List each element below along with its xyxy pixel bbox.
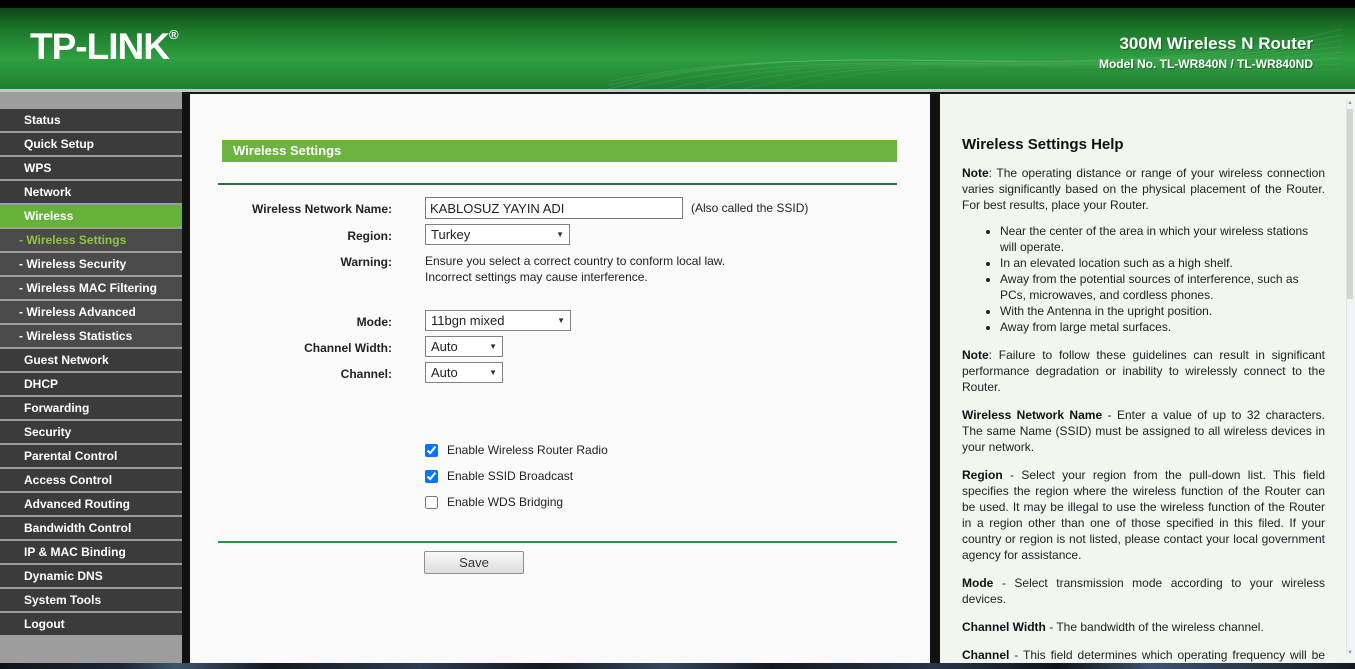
sidebar-item-status[interactable]: Status <box>0 109 182 131</box>
mode-label: Mode: <box>356 315 392 329</box>
page-title: Wireless Settings <box>222 140 897 162</box>
help-paragraph-note: Note: The operating distance or range of… <box>962 166 1325 212</box>
sidebar-item-wireless-mac-filtering[interactable]: - Wireless MAC Filtering <box>0 277 182 299</box>
sidebar-item-wireless-advanced[interactable]: - Wireless Advanced <box>0 301 182 323</box>
help-bullet-list: Near the center of the area in which you… <box>962 223 1325 335</box>
network-name-row: Wireless Network Name: (Also called the … <box>190 197 930 219</box>
help-paragraph-channel: Channel - This field determines which op… <box>962 648 1325 662</box>
sidebar-item-network[interactable]: Network <box>0 181 182 203</box>
sidebar-item-wps[interactable]: WPS <box>0 157 182 179</box>
sidebar-content-divider <box>182 92 190 663</box>
enable-ssid-broadcast-label: Enable SSID Broadcast <box>447 469 574 483</box>
channel-label: Channel: <box>340 367 392 381</box>
help-bullet: Away from the potential sources of inter… <box>1000 271 1325 303</box>
mode-selected-value: 11bgn mixed <box>431 313 505 328</box>
top-black-bar <box>0 0 1355 8</box>
help-bullet: Away from large metal surfaces. <box>1000 319 1325 335</box>
tplink-logo: TP-LINK® <box>30 26 179 67</box>
sidebar-item-dynamic-dns[interactable]: Dynamic DNS <box>0 565 182 587</box>
chevron-down-icon: ▼ <box>556 230 564 239</box>
enable-wireless-router-radio-checkbox[interactable] <box>425 443 438 457</box>
product-name: 300M Wireless N Router <box>1119 34 1313 53</box>
help-paragraph-mode: Mode - Select transmission mode accordin… <box>962 576 1325 606</box>
warning-row: Warning: Ensure you select a correct cou… <box>190 250 930 285</box>
header-banner: TP-LINK® 300M Wireless N Router Model No… <box>0 8 1355 92</box>
help-panel: Wireless Settings Help Note: The operati… <box>940 92 1355 663</box>
sidebar-item-wireless-statistics[interactable]: - Wireless Statistics <box>0 325 182 347</box>
taskbar-edge <box>0 663 1355 669</box>
chevron-down-icon: ▼ <box>489 368 497 377</box>
sidebar-item-logout[interactable]: Logout <box>0 613 182 635</box>
sidebar-item-wireless-security[interactable]: - Wireless Security <box>0 253 182 275</box>
mode-row: Mode: 11bgn mixed ▼ <box>190 310 930 331</box>
sidebar-item-security[interactable]: Security <box>0 421 182 443</box>
help-paragraph-region: Region - Select your region from the pul… <box>962 468 1325 562</box>
scrollbar-up-arrow[interactable]: ▲ <box>1347 99 1353 107</box>
channel-width-select[interactable]: Auto ▼ <box>425 336 503 357</box>
help-body: Note: The operating distance or range of… <box>962 165 1325 663</box>
help-paragraph-note: Note: Failure to follow these guidelines… <box>962 348 1325 394</box>
checkbox-row-enable-wireless-router-radio: Enable Wireless Router Radio <box>425 440 930 460</box>
help-title: Wireless Settings Help <box>962 136 1124 153</box>
sidebar-item-parental-control[interactable]: Parental Control <box>0 445 182 467</box>
model-number: Model No. TL-WR840N / TL-WR840ND <box>1098 57 1313 71</box>
wireless-settings-form: Wireless Network Name: (Also called the … <box>190 197 930 574</box>
sidebar-item-forwarding[interactable]: Forwarding <box>0 397 182 419</box>
ssid-note: (Also called the SSID) <box>691 201 809 215</box>
product-info: 300M Wireless N Router Model No. TL-WR84… <box>1099 34 1313 71</box>
sidebar-item-access-control[interactable]: Access Control <box>0 469 182 491</box>
sidebar-menu: Status Quick Setup WPS Network Wireless - Wir… <box>0 92 182 663</box>
help-paragraph-channel-width: Channel Width - The bandwidth of the wir… <box>962 620 1264 634</box>
enable-wireless-router-radio-label: Enable Wireless Router Radio <box>447 443 608 457</box>
channel-width-selected-value: Auto <box>431 339 458 354</box>
section-divider-bottom <box>218 541 897 543</box>
region-label: Region: <box>347 229 392 243</box>
chevron-down-icon: ▼ <box>489 342 497 351</box>
sidebar-item-system-tools[interactable]: System Tools <box>0 589 182 611</box>
mode-select[interactable]: 11bgn mixed ▼ <box>425 310 571 331</box>
sidebar-item-wireless-settings[interactable]: - Wireless Settings <box>0 229 182 251</box>
help-bullet: In an elevated location such as a high s… <box>1000 255 1325 271</box>
section-divider-top <box>218 183 897 185</box>
region-row: Region: Turkey ▼ <box>190 224 930 245</box>
help-scrollbar[interactable]: ▲ ▼ <box>1346 99 1353 657</box>
help-paragraph-wireless-network-name: Wireless Network Name - Enter a value of… <box>962 408 1325 454</box>
router-admin-page: TP-LINK® 300M Wireless N Router Model No… <box>0 0 1355 669</box>
checkbox-row-enable-ssid-broadcast: Enable SSID Broadcast <box>425 466 930 486</box>
main-content: Wireless Settings Wireless Network Name:… <box>190 92 930 663</box>
save-button[interactable]: Save <box>424 551 524 574</box>
chevron-down-icon: ▼ <box>557 316 565 325</box>
page-body: Status Quick Setup WPS Network Wireless - Wir… <box>0 92 1355 663</box>
warning-text: Ensure you select a correct country to c… <box>425 254 726 284</box>
channel-width-row: Channel Width: Auto ▼ <box>190 336 930 357</box>
channel-selected-value: Auto <box>431 365 458 380</box>
region-selected-value: Turkey <box>431 227 471 242</box>
checkbox-group: Enable Wireless Router Radio Enable SSID … <box>425 440 930 512</box>
enable-wds-bridging-label: Enable WDS Bridging <box>447 495 564 509</box>
registered-mark: ® <box>168 27 179 42</box>
scrollbar-down-arrow[interactable]: ▼ <box>1347 649 1353 657</box>
channel-row: Channel: Auto ▼ <box>190 362 930 383</box>
channel-select[interactable]: Auto ▼ <box>425 362 503 383</box>
warning-label: Warning: <box>340 255 392 269</box>
scrollbar-thumb[interactable] <box>1347 109 1353 299</box>
network-name-label: Wireless Network Name: <box>252 202 392 216</box>
sidebar-item-bandwidth-control[interactable]: Bandwidth Control <box>0 517 182 539</box>
checkbox-row-enable-wds-bridging: Enable WDS Bridging <box>425 492 930 512</box>
sidebar-item-wireless[interactable]: Wireless <box>0 205 182 227</box>
sidebar-item-dhcp[interactable]: DHCP <box>0 373 182 395</box>
sidebar-item-guest-network[interactable]: Guest Network <box>0 349 182 371</box>
help-bullet: With the Antenna in the upright position… <box>1000 303 1325 319</box>
region-select[interactable]: Turkey ▼ <box>425 224 570 245</box>
enable-ssid-broadcast-checkbox[interactable] <box>425 469 438 483</box>
sidebar-item-advanced-routing[interactable]: Advanced Routing <box>0 493 182 515</box>
content-help-divider <box>930 92 940 663</box>
sidebar-item-ip-mac-binding[interactable]: IP & MAC Binding <box>0 541 182 563</box>
channel-width-label: Channel Width: <box>304 341 392 355</box>
sidebar-item-quick-setup[interactable]: Quick Setup <box>0 133 182 155</box>
help-bullet: Near the center of the area in which you… <box>1000 223 1325 255</box>
ssid-input[interactable] <box>425 197 683 219</box>
enable-wds-bridging-checkbox[interactable] <box>425 495 438 509</box>
